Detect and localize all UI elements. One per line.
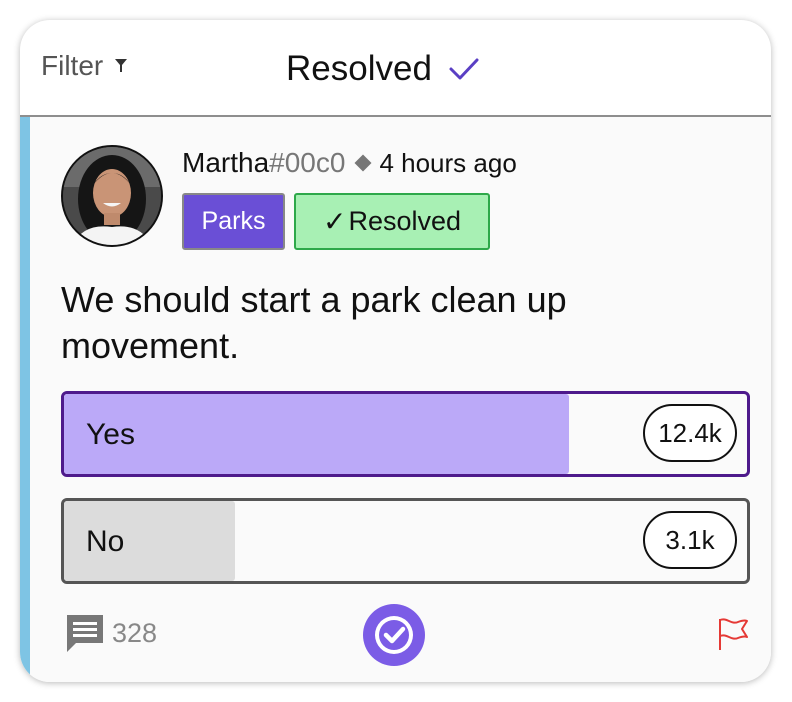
tag-parks-label: Parks (201, 207, 266, 235)
comment-count: 328 (112, 617, 158, 648)
avatar[interactable] (61, 145, 163, 247)
post-meta: Martha #00c0 4 hours ago (182, 147, 517, 179)
resolve-button[interactable] (363, 604, 425, 666)
poll-option-yes-label: Yes (86, 418, 135, 451)
avatar-photo (63, 147, 161, 245)
check-circle-icon (375, 616, 413, 654)
funnel-icon (115, 59, 128, 72)
poll-option-yes-fill (64, 394, 570, 474)
filter-label: Filter (41, 50, 104, 81)
post-body: Martha #00c0 4 hours ago Parks ✓ Resolve… (20, 117, 771, 682)
tag-list: Parks ✓ Resolved (182, 193, 490, 250)
post-question: We should start a park clean up movement… (61, 279, 567, 366)
page-title: Resolved (286, 49, 480, 89)
tag-parks[interactable]: Parks (182, 193, 285, 250)
poll-option-yes-count: 12.4k (643, 404, 737, 462)
post-card: Filter Resolved Martha #00c0 4 hours ago… (20, 20, 771, 682)
tag-resolved-label: Resolved (348, 206, 462, 236)
poll-option-no-label: No (86, 525, 125, 558)
comment-icon (67, 615, 103, 652)
flag-icon[interactable] (717, 617, 749, 651)
separator-diamond-icon (354, 154, 372, 172)
accent-bar (20, 117, 30, 682)
filter-button[interactable]: Filter (41, 50, 128, 82)
comments-button[interactable]: 328 (64, 612, 157, 654)
tag-resolved[interactable]: ✓ Resolved (294, 193, 490, 250)
check-icon (449, 58, 479, 80)
author-name[interactable]: Martha (182, 147, 269, 179)
checkmark-icon: ✓ (322, 206, 347, 237)
page-title-text: Resolved (286, 49, 432, 88)
poll-option-no[interactable]: No 3.1k (61, 498, 750, 584)
card-header: Filter Resolved (20, 20, 771, 117)
poll-option-yes[interactable]: Yes 12.4k (61, 391, 750, 477)
poll-option-no-count: 3.1k (643, 511, 737, 569)
author-tag: #00c0 (269, 147, 346, 178)
timestamp: 4 hours ago (379, 147, 517, 178)
